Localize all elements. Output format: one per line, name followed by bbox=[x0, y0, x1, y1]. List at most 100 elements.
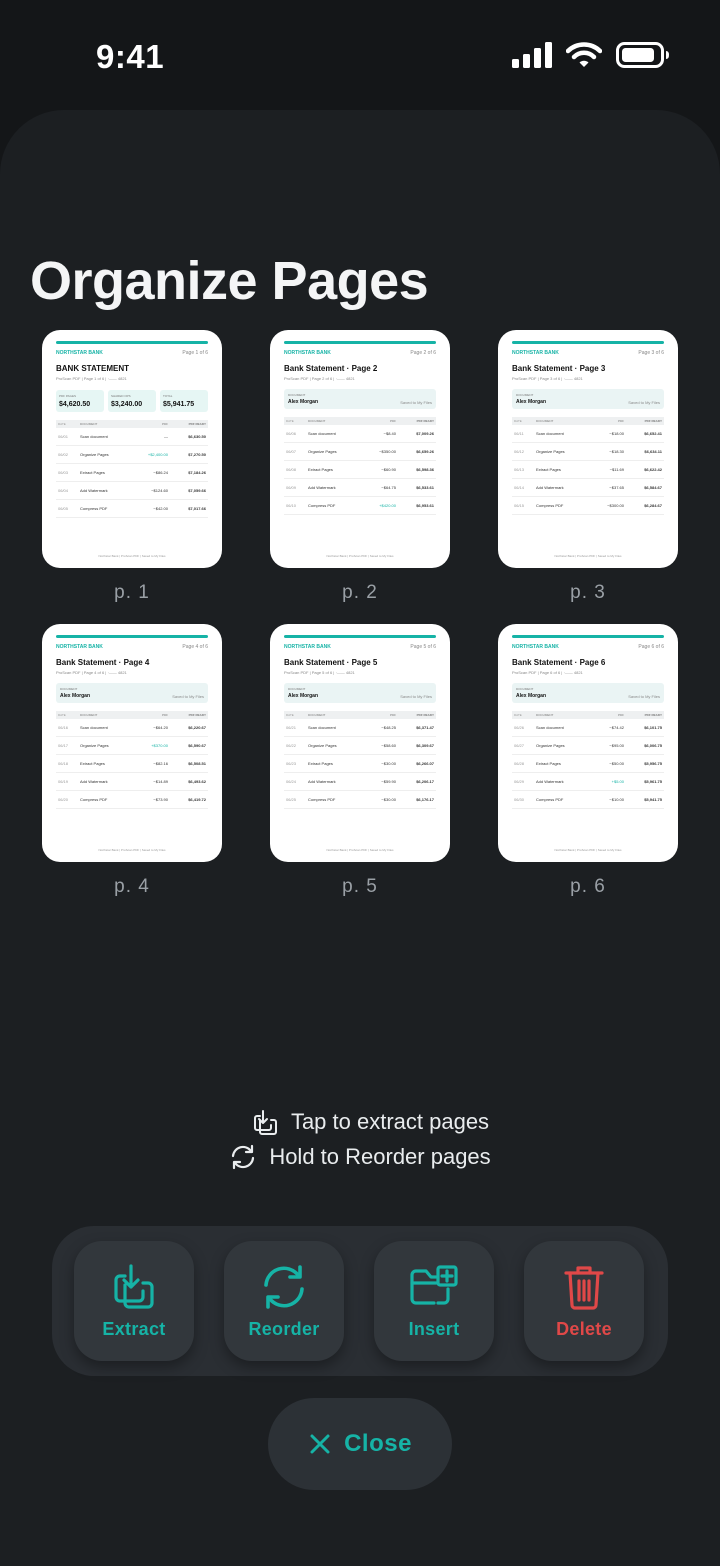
doc-owner-name: Alex Morgan bbox=[288, 693, 319, 699]
page-thumbnail-3[interactable]: NORTHSTAR BANK Page 3 of 6 Bank Statemen… bbox=[498, 330, 678, 568]
cell: $7,017.66 bbox=[188, 506, 206, 511]
cell: Scan document bbox=[308, 725, 336, 730]
page-cell-5: NORTHSTAR BANK Page 5 of 6 Bank Statemen… bbox=[270, 624, 450, 898]
doc-page-number: Page 5 of 6 bbox=[410, 644, 436, 650]
cell: Compress PDF bbox=[80, 506, 108, 511]
insert-button[interactable]: Insert bbox=[374, 1241, 494, 1361]
battery-icon bbox=[616, 42, 669, 68]
doc-table-row: 06/24 Add Watermark −$59.90 $6,206.17 bbox=[284, 773, 436, 791]
cell: −$73.90 bbox=[153, 797, 168, 802]
doc-footer: Northstar Bank | ProScan PDF | Saved to … bbox=[554, 848, 622, 852]
page-thumbnail-6[interactable]: NORTHSTAR BANK Page 6 of 6 Bank Statemen… bbox=[498, 624, 678, 862]
cell: 06/01 bbox=[58, 434, 69, 439]
col-document: DOCUMENT bbox=[308, 713, 326, 717]
close-button[interactable]: Close bbox=[268, 1398, 452, 1490]
cell: $6,176.17 bbox=[416, 797, 434, 802]
doc-table-row: 06/14 Add Watermark −$37.65 $6,584.67 bbox=[512, 479, 664, 497]
cell: −$42.00 bbox=[153, 506, 168, 511]
col-pdf: PDF bbox=[162, 422, 168, 426]
cell: 06/07 bbox=[286, 449, 297, 454]
cell: $5,961.75 bbox=[644, 779, 662, 784]
delete-label: Delete bbox=[556, 1319, 612, 1339]
cell: $6,266.07 bbox=[416, 761, 434, 766]
doc-owner-label: DOCUMENT bbox=[288, 393, 306, 397]
cell: Organize Pages bbox=[536, 449, 565, 454]
delete-button[interactable]: Delete bbox=[524, 1241, 644, 1361]
status-time: 9:41 bbox=[96, 38, 165, 75]
cell: 06/29 bbox=[514, 779, 525, 784]
doc-table-row: 06/04 Add Watermark −$124.60 $7,059.66 bbox=[56, 482, 208, 500]
doc-summary-card: TOTAL $5,941.75 bbox=[160, 390, 208, 412]
page-thumbnail-2[interactable]: NORTHSTAR BANK Page 2 of 6 Bank Statemen… bbox=[270, 330, 450, 568]
cell: Compress PDF bbox=[308, 797, 336, 802]
cell: 06/28 bbox=[514, 761, 525, 766]
cell: 06/03 bbox=[58, 470, 69, 475]
page-thumbnail-5[interactable]: NORTHSTAR BANK Page 5 of 6 Bank Statemen… bbox=[270, 624, 450, 862]
cell: 06/22 bbox=[286, 743, 297, 748]
cell: Organize Pages bbox=[308, 449, 337, 454]
doc-table-row: 06/29 Add Watermark +$5.00 $5,961.75 bbox=[512, 773, 664, 791]
cell: +$420.00 bbox=[379, 503, 396, 508]
doc-subtitle: ProScan PDF | Page 6 of 6 | ·—— 4821 bbox=[512, 670, 583, 675]
cell: $7,009.26 bbox=[416, 431, 434, 436]
doc-owner-box: DOCUMENT Alex Morgan Saved to My Files bbox=[284, 389, 436, 409]
cell: Compress PDF bbox=[536, 797, 564, 802]
doc-saved-note: Saved to My Files bbox=[400, 694, 432, 699]
status-icons bbox=[512, 42, 670, 68]
doc-table-row: 06/28 Extract Pages −$50.00 $5,956.75 bbox=[512, 755, 664, 773]
summary-label: PDF PAGES bbox=[59, 394, 76, 398]
cell: 06/02 bbox=[58, 452, 69, 457]
col-date: DATE bbox=[514, 713, 522, 717]
cell: $7,059.66 bbox=[188, 488, 206, 493]
cell: $7,270.50 bbox=[188, 452, 206, 457]
col-date: DATE bbox=[58, 713, 66, 717]
page-label-2: p. 2 bbox=[342, 582, 378, 603]
doc-footer: Northstar Bank | ProScan PDF | Saved to … bbox=[326, 848, 394, 852]
cell: Add Watermark bbox=[536, 485, 564, 490]
reorder-label: Reorder bbox=[248, 1319, 320, 1339]
cell: 06/16 bbox=[58, 725, 69, 730]
doc-footer: Northstar Bank | ProScan PDF | Saved to … bbox=[98, 554, 166, 558]
cell: 06/20 bbox=[58, 797, 69, 802]
doc-table-row: 06/12 Organize Pages −$18.30 $6,634.11 bbox=[512, 443, 664, 461]
cell: −$95.00 bbox=[609, 743, 624, 748]
cell: −$18.00 bbox=[609, 431, 624, 436]
doc-bank-name: NORTHSTAR BANK bbox=[284, 350, 331, 356]
cell: Extract Pages bbox=[308, 467, 333, 472]
reorder-button[interactable]: Reorder bbox=[224, 1241, 344, 1361]
doc-table-row: 06/08 Extract Pages −$60.90 $6,598.36 bbox=[284, 461, 436, 479]
cell: Add Watermark bbox=[80, 779, 108, 784]
page-label-3: p. 3 bbox=[570, 582, 606, 603]
cell: $5,941.75 bbox=[644, 797, 662, 802]
cell: Organize Pages bbox=[80, 452, 109, 457]
cell: Scan document bbox=[80, 434, 108, 439]
summary-label: TOTAL bbox=[163, 394, 173, 398]
doc-table-header: DATE DOCUMENT PDF PDF READY bbox=[512, 417, 664, 425]
cell: $6,659.26 bbox=[416, 449, 434, 454]
col-pdf: PDF bbox=[162, 713, 168, 717]
doc-table-row: 06/06 Scan document −$8.40 $7,009.26 bbox=[284, 425, 436, 443]
col-date: DATE bbox=[286, 713, 294, 717]
close-label: Close bbox=[344, 1430, 412, 1457]
page-cell-2: NORTHSTAR BANK Page 2 of 6 Bank Statemen… bbox=[270, 330, 450, 604]
col-pdf-ready: PDF READY bbox=[188, 422, 206, 426]
col-pdf-ready: PDF READY bbox=[644, 713, 662, 717]
extract-button[interactable]: Extract bbox=[74, 1241, 194, 1361]
cell: 06/13 bbox=[514, 467, 525, 472]
cell: 06/12 bbox=[514, 449, 525, 454]
doc-bank-name: NORTHSTAR BANK bbox=[56, 644, 103, 650]
cell: 06/25 bbox=[286, 797, 297, 802]
doc-table-row: 06/27 Organize Pages −$95.00 $6,006.75 bbox=[512, 737, 664, 755]
page-thumbnail-4[interactable]: NORTHSTAR BANK Page 4 of 6 Bank Statemen… bbox=[42, 624, 222, 862]
col-date: DATE bbox=[286, 419, 294, 423]
cell: Compress PDF bbox=[308, 503, 336, 508]
cell: −$82.16 bbox=[153, 761, 168, 766]
col-document: DOCUMENT bbox=[536, 713, 554, 717]
cell: −$59.90 bbox=[381, 779, 396, 784]
doc-title: Bank Statement · Page 3 bbox=[512, 364, 606, 373]
col-pdf: PDF bbox=[390, 419, 396, 423]
usage-hints: Tap to extract pages Hold to Reorder pag… bbox=[0, 1104, 720, 1174]
page-thumbnail-1[interactable]: NORTHSTAR BANK Page 1 of 6 BANK STATEMEN… bbox=[42, 330, 222, 568]
doc-bank-name: NORTHSTAR BANK bbox=[512, 350, 559, 356]
doc-page-number: Page 4 of 6 bbox=[182, 644, 208, 650]
